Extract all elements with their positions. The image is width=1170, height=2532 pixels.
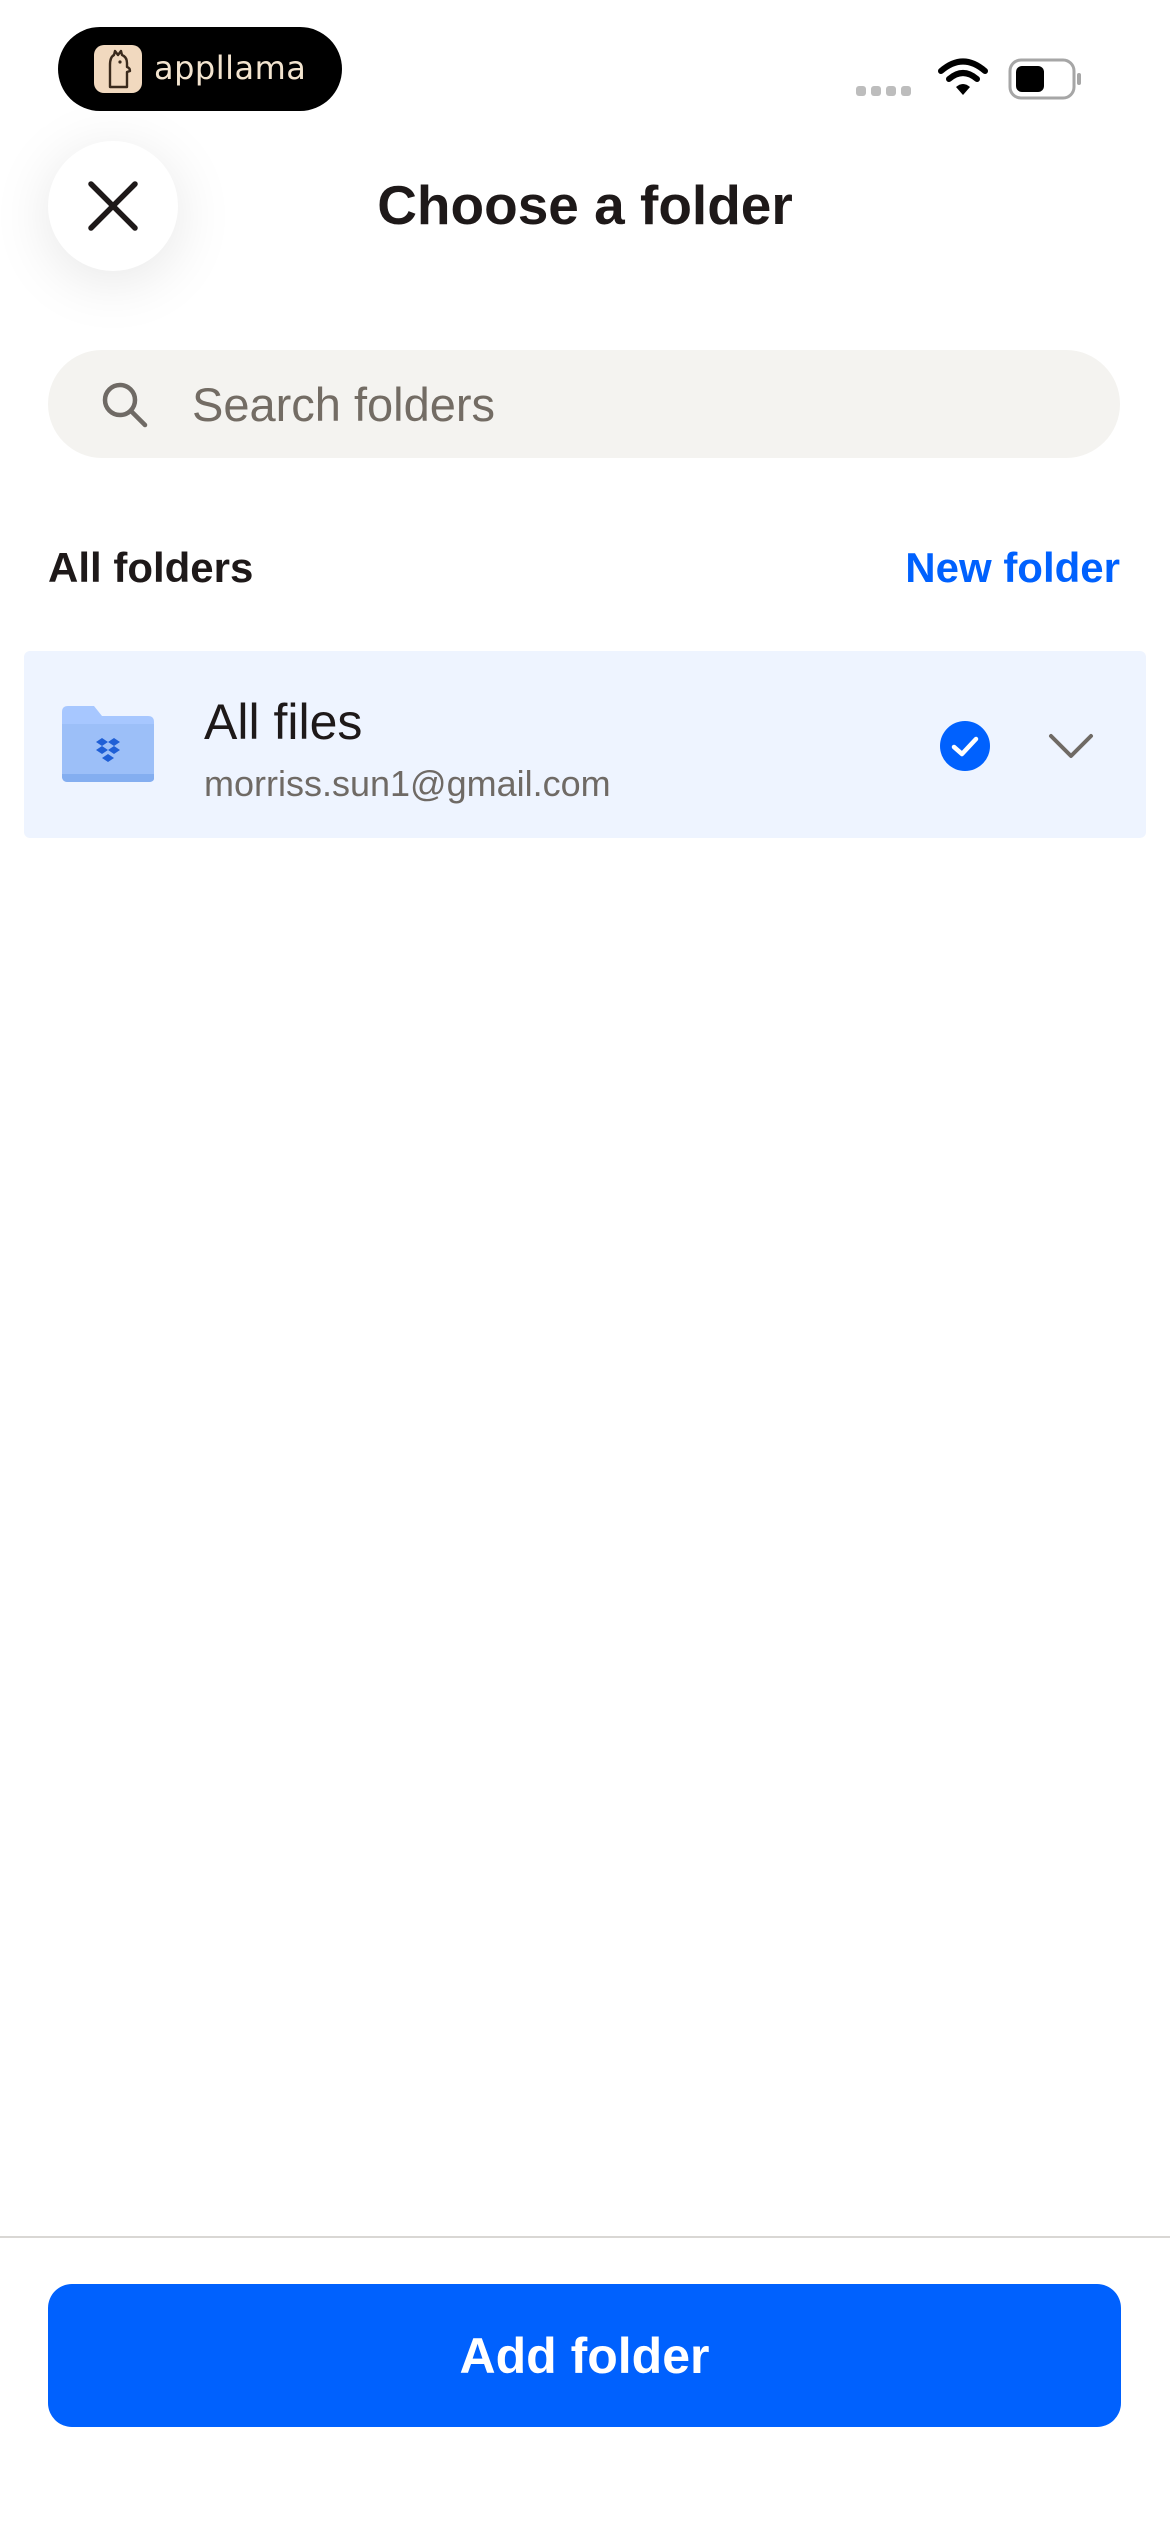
- check-icon[interactable]: [940, 721, 990, 771]
- appllama-logo-icon: [94, 45, 142, 93]
- brand-name: appllama: [154, 49, 307, 87]
- search-input[interactable]: [192, 350, 1072, 458]
- folder-row-all-files[interactable]: All files morriss.sun1@gmail.com: [24, 651, 1146, 838]
- section-label: All folders: [48, 544, 254, 591]
- folder-name: All files: [204, 694, 363, 750]
- search-icon: [102, 382, 148, 428]
- dropbox-folder-icon: [62, 706, 154, 782]
- search-bar[interactable]: [48, 350, 1120, 458]
- wifi-icon: [938, 58, 988, 103]
- add-folder-button[interactable]: Add folder: [48, 2284, 1121, 2427]
- appllama-badge: appllama: [58, 27, 342, 111]
- new-folder-button[interactable]: New folder: [905, 540, 1120, 596]
- chevron-down-icon[interactable]: [1048, 724, 1094, 768]
- folder-account: morriss.sun1@gmail.com: [204, 763, 611, 804]
- cellular-signal-icon: [856, 86, 911, 96]
- footer-divider: [0, 2236, 1170, 2238]
- status-bar: appllama: [0, 0, 1170, 140]
- battery-icon: [1008, 58, 1084, 105]
- page-title: Choose a folder: [377, 174, 793, 236]
